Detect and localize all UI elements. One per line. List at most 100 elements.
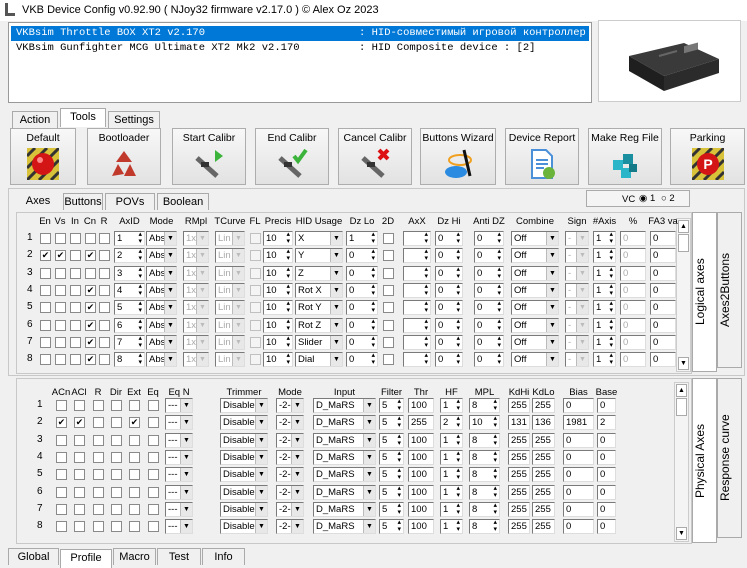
chevron-down-icon[interactable]: ▼ [363, 416, 375, 430]
hid-dropdown[interactable]: Rot Y ▼ [295, 300, 343, 316]
mode-dropdown[interactable]: Abs ▼ [146, 265, 177, 281]
d2-checkbox[interactable] [383, 336, 394, 348]
kdlo-field[interactable]: 136 [532, 415, 555, 431]
r-checkbox[interactable] [93, 469, 104, 481]
mpl-spinner[interactable]: 10 [469, 415, 500, 431]
d2-checkbox[interactable] [383, 233, 394, 244]
axid-spinner[interactable]: 3 [114, 265, 145, 281]
in-checkbox[interactable] [70, 302, 81, 314]
eq-checkbox[interactable] [148, 400, 159, 411]
end-calibr-button[interactable]: End Calibr [255, 128, 329, 185]
precis-spinner[interactable]: 10 [263, 317, 293, 333]
combine-dropdown[interactable]: Off ▼ [511, 334, 559, 350]
dir-checkbox[interactable] [111, 486, 122, 498]
eqn-dropdown[interactable]: --- ▼ [165, 467, 193, 483]
vc-radio-1[interactable]: ◉ 1 [639, 193, 655, 204]
r-checkbox[interactable] [99, 250, 110, 262]
thr-field[interactable]: 100 [408, 432, 434, 448]
r-checkbox[interactable] [99, 354, 110, 366]
mpl-spinner[interactable]: 8 [469, 432, 500, 448]
input-dropdown[interactable]: D_MaRS ▼ [313, 449, 376, 465]
base-field[interactable]: 0 [597, 501, 616, 517]
naxis-spinner[interactable]: 1 [593, 300, 616, 316]
naxis-spinner[interactable]: 1 [593, 248, 616, 264]
trimmer-dropdown[interactable]: Disable ▼ [220, 467, 268, 483]
eqn-dropdown[interactable]: --- ▼ [165, 449, 193, 465]
parking-button[interactable]: Parking P [670, 128, 745, 185]
chevron-down-icon[interactable]: ▼ [546, 283, 558, 297]
chevron-down-icon[interactable]: ▼ [255, 520, 267, 534]
chevron-down-icon[interactable]: ▼ [546, 335, 558, 349]
axx-spinner[interactable] [403, 231, 431, 246]
scroll-thumb[interactable] [678, 234, 689, 252]
filter-spinner[interactable]: 5 [379, 449, 404, 465]
fa3-field[interactable]: 0 [650, 282, 676, 298]
precis-spinner[interactable]: 10 [263, 231, 293, 246]
d2-checkbox[interactable] [383, 250, 394, 262]
chevron-down-icon[interactable]: ▼ [363, 450, 375, 464]
kdlo-field[interactable]: 255 [532, 484, 555, 500]
vc-radio-2[interactable]: ○ 2 [661, 193, 675, 204]
naxis-spinner[interactable]: 1 [593, 282, 616, 298]
antidz-spinner[interactable]: 0 [474, 248, 504, 264]
r-checkbox[interactable] [93, 417, 104, 429]
chevron-down-icon[interactable]: ▼ [291, 399, 303, 412]
bootloader-button[interactable]: Bootloader [87, 128, 161, 185]
fa3-field[interactable]: 0 [650, 317, 676, 333]
mpl-spinner[interactable]: 8 [469, 398, 500, 413]
acl-checkbox[interactable]: ✔ [74, 417, 85, 429]
thr-field[interactable]: 100 [408, 484, 434, 500]
hf-spinner[interactable]: 1 [440, 467, 463, 483]
naxis-spinner[interactable]: 1 [593, 317, 616, 333]
mpl-spinner[interactable]: 8 [469, 484, 500, 500]
r-checkbox[interactable] [99, 336, 110, 348]
kdlo-field[interactable]: 255 [532, 501, 555, 517]
ext-checkbox[interactable] [129, 434, 140, 446]
chevron-down-icon[interactable]: ▼ [291, 520, 303, 534]
scroll-down-icon[interactable]: ▼ [678, 357, 689, 370]
combine-dropdown[interactable]: Off ▼ [511, 231, 559, 246]
tab-povs[interactable]: POVs [105, 193, 155, 210]
bias-field[interactable]: 0 [563, 519, 594, 535]
dzlo-spinner[interactable]: 0 [346, 248, 378, 264]
combine-dropdown[interactable]: Off ▼ [511, 317, 559, 333]
naxis-spinner[interactable]: 1 [593, 334, 616, 350]
ext-checkbox[interactable] [129, 451, 140, 463]
tab-profile[interactable]: Profile [60, 549, 112, 568]
base-field[interactable]: 0 [597, 467, 616, 483]
tab-axes[interactable]: Axes [15, 193, 61, 212]
trimmer-dropdown[interactable]: Disable ▼ [220, 449, 268, 465]
acl-checkbox[interactable] [74, 469, 85, 481]
tab-physical-axes[interactable]: Physical Axes [692, 378, 717, 543]
chevron-down-icon[interactable]: ▼ [546, 301, 558, 315]
chevron-down-icon[interactable]: ▼ [255, 468, 267, 482]
d2-checkbox[interactable] [383, 319, 394, 331]
acn-checkbox[interactable] [56, 521, 67, 533]
default-button[interactable]: Default [10, 128, 76, 185]
kdhi-field[interactable]: 255 [508, 449, 530, 465]
en-checkbox[interactable] [40, 336, 51, 348]
tab-tools[interactable]: Tools [60, 108, 106, 127]
eqn-dropdown[interactable]: --- ▼ [165, 501, 193, 517]
in-checkbox[interactable] [70, 354, 81, 366]
chevron-down-icon[interactable]: ▼ [330, 301, 342, 315]
base-field[interactable]: 2 [597, 415, 616, 431]
trimmer-dropdown[interactable]: Disable ▼ [220, 519, 268, 535]
eq-checkbox[interactable] [148, 503, 159, 515]
dir-checkbox[interactable] [111, 417, 122, 429]
antidz-spinner[interactable]: 0 [474, 317, 504, 333]
scroll-down-icon[interactable]: ▼ [676, 527, 687, 540]
antidz-spinner[interactable]: 0 [474, 334, 504, 350]
dzlo-spinner[interactable]: 1 [346, 231, 378, 246]
acl-checkbox[interactable] [74, 521, 85, 533]
eq-checkbox[interactable] [148, 434, 159, 446]
start-calibr-button[interactable]: Start Calibr [172, 128, 246, 185]
eq-checkbox[interactable] [148, 417, 159, 429]
chevron-down-icon[interactable]: ▼ [255, 416, 267, 430]
base-field[interactable]: 0 [597, 432, 616, 448]
chevron-down-icon[interactable]: ▼ [164, 283, 176, 297]
mode-dropdown[interactable]: -2- ▼ [276, 501, 304, 517]
chevron-down-icon[interactable]: ▼ [546, 318, 558, 332]
chevron-down-icon[interactable]: ▼ [363, 399, 375, 412]
ext-checkbox[interactable]: ✔ [129, 417, 140, 429]
